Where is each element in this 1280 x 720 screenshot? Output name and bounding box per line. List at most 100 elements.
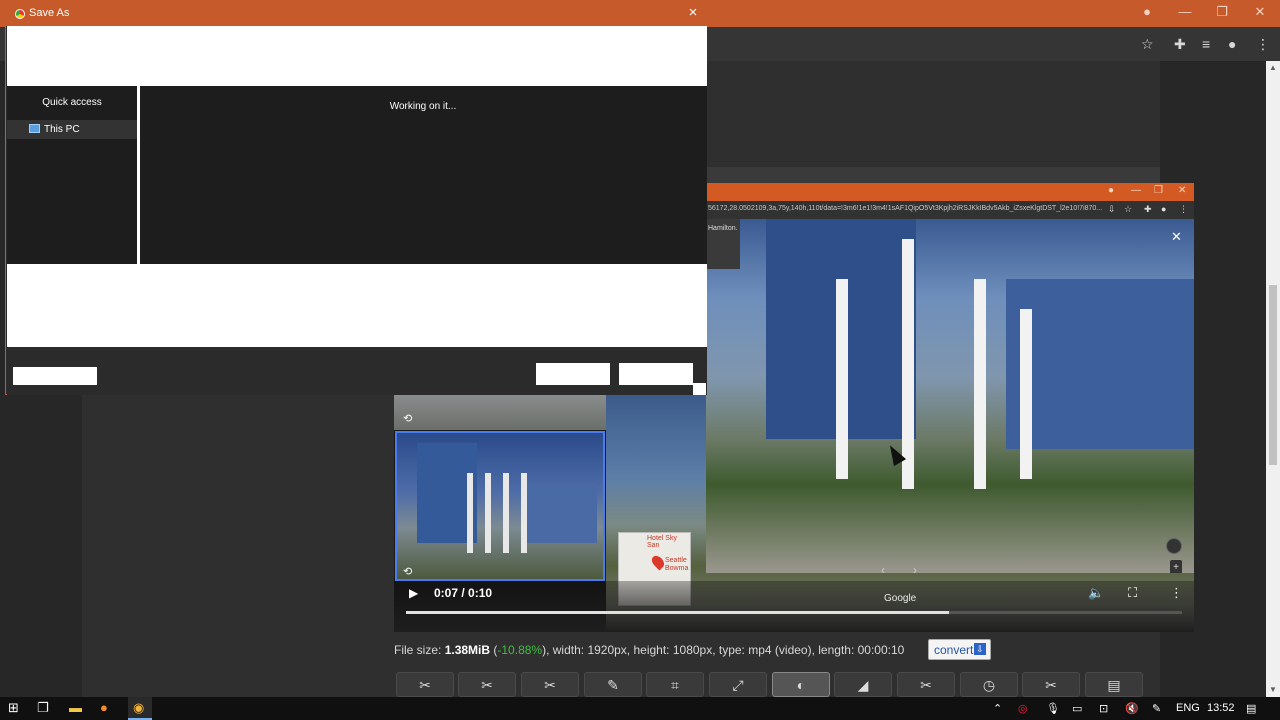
- volume-icon[interactable]: 🔈: [1088, 585, 1104, 601]
- windows-taskbar: ⊞ ❐ ▬ ● ◉ ⌃ ◎ 🎙 ▭ ⊡ 🔇 ✎ ENG 13:52 ▤: [0, 697, 1280, 720]
- tray-overflow-icon[interactable]: ⌃: [993, 702, 1002, 715]
- maximize-icon[interactable]: ❐: [1207, 4, 1237, 20]
- file-info-prefix: File size:: [394, 643, 445, 657]
- google-watermark: Google: [884, 593, 917, 604]
- profile-avatar-icon[interactable]: ●: [1161, 204, 1166, 214]
- firefox-icon[interactable]: ●: [100, 700, 108, 715]
- pan-right-icon[interactable]: ›: [913, 563, 917, 573]
- map-label: Hotel Sky San: [647, 535, 677, 549]
- tray-app-icon[interactable]: ◎: [1018, 702, 1028, 715]
- panorama-close-icon[interactable]: ✕: [1171, 229, 1182, 245]
- resize-grip[interactable]: [693, 383, 706, 395]
- task-view-icon[interactable]: ❐: [37, 700, 49, 716]
- scroll-up-arrow-icon[interactable]: ▲: [1266, 63, 1280, 72]
- pillar-shape: [974, 279, 986, 489]
- video-thumbnail-previous[interactable]: ⟲: [394, 394, 606, 430]
- stopwatch-tool-icon[interactable]: ◷: [960, 672, 1018, 697]
- clock-time[interactable]: 13:52: [1207, 702, 1235, 714]
- record-dot-icon: ●: [1108, 185, 1115, 196]
- clapperboard-tool-icon[interactable]: ✂: [458, 672, 516, 697]
- convert-label: convert: [934, 643, 974, 657]
- save-as-dialog: Save As × Quick access This PC Working o…: [5, 0, 707, 395]
- menu-kebab-icon[interactable]: ⋮: [1179, 204, 1188, 215]
- chrome-app-icon: [15, 9, 25, 19]
- file-explorer-icon[interactable]: ▬: [69, 700, 82, 715]
- network-icon[interactable]: ⊡: [1099, 702, 1108, 715]
- cancel-button[interactable]: [619, 363, 693, 385]
- pillar-shape: [503, 473, 509, 553]
- bookmark-star-icon[interactable]: ☆: [1124, 204, 1132, 215]
- pillar-shape: [902, 239, 914, 489]
- rotate-icon: ⟲: [403, 566, 413, 578]
- tool-strip: ✂ ✂ ✂ ✎ ⌗ ⤢ ◐ ◢ ✂ ◷ ✂ ▤: [394, 668, 1146, 697]
- dialog-sidebar: Quick access This PC: [7, 86, 137, 264]
- language-indicator[interactable]: ENG: [1176, 702, 1200, 714]
- map-pin-icon: [649, 553, 667, 571]
- street-view-address-bar[interactable]: 56172,28.0502109,3a,75y,140h,110t/data=!…: [706, 201, 1194, 219]
- microphone-icon[interactable]: 🎙: [1046, 702, 1060, 715]
- page-divider: [706, 167, 1160, 183]
- play-icon[interactable]: ▶: [409, 586, 418, 600]
- sidebar-item-this-pc[interactable]: This PC: [7, 120, 137, 139]
- extensions-puzzle-icon[interactable]: ✚: [1144, 204, 1152, 215]
- hide-folders-button[interactable]: [13, 367, 97, 385]
- dialog-titlebar: Save As ×: [6, 1, 706, 26]
- pillar-shape: [521, 473, 527, 553]
- volume-muted-icon[interactable]: 🔇: [1125, 702, 1139, 715]
- profile-dropdown-icon[interactable]: ●: [1132, 4, 1162, 19]
- cut-tool-icon[interactable]: ✂: [897, 672, 955, 697]
- close-icon[interactable]: ✕: [1245, 4, 1275, 20]
- clapperboard-tool-icon[interactable]: ✂: [396, 672, 454, 697]
- crop-tool-icon[interactable]: ⌗: [646, 672, 704, 697]
- zoom-control[interactable]: +−: [1170, 560, 1182, 573]
- video-time: 0:07 / 0:10: [434, 586, 493, 600]
- resize-tool-icon[interactable]: ⤢: [709, 672, 767, 697]
- computer-icon: [29, 124, 40, 133]
- minimize-icon[interactable]: —: [1131, 185, 1141, 196]
- clapperboard-tool-icon[interactable]: ✂: [1022, 672, 1080, 697]
- menu-kebab-icon[interactable]: ⋮: [1256, 36, 1270, 53]
- extensions-puzzle-icon[interactable]: ✚: [1174, 36, 1186, 53]
- battery-icon[interactable]: ▭: [1072, 702, 1082, 715]
- minimize-icon[interactable]: —: [1170, 4, 1200, 19]
- file-size: 1.38MiB: [444, 643, 491, 657]
- profile-avatar-icon[interactable]: ●: [1228, 36, 1236, 52]
- url-text[interactable]: 56172,28.0502109,3a,75y,140h,110t/data=!…: [708, 205, 1102, 212]
- sidebar-heading-quick-access[interactable]: Quick access: [7, 97, 137, 108]
- filename-fields-area[interactable]: [7, 264, 707, 347]
- document-tool-icon[interactable]: ▤: [1085, 672, 1143, 697]
- pillar-shape: [1020, 309, 1032, 479]
- more-options-icon[interactable]: ⋮: [1170, 585, 1183, 601]
- install-icon[interactable]: ⇩: [1106, 204, 1116, 215]
- brush-tool-icon[interactable]: ✎: [584, 672, 642, 697]
- scrollbar-thumb[interactable]: [1269, 285, 1277, 465]
- chrome-icon: ◉: [133, 700, 145, 715]
- dialog-title: Save As: [29, 7, 70, 19]
- chrome-taskbar-active[interactable]: ◉: [128, 697, 152, 720]
- pen-icon[interactable]: ✎: [1152, 702, 1161, 715]
- maximize-icon[interactable]: ❐: [1154, 185, 1163, 196]
- pillar-shape: [485, 473, 491, 553]
- clapperboard-tool-icon[interactable]: ✂: [521, 672, 579, 697]
- volume-tool-icon[interactable]: ◢: [834, 672, 892, 697]
- reading-list-icon[interactable]: ≡: [1202, 36, 1210, 52]
- save-button[interactable]: [536, 363, 610, 385]
- close-icon[interactable]: ✕: [1178, 185, 1186, 196]
- building-shape: [527, 483, 597, 543]
- fullscreen-icon[interactable]: ⛶: [1128, 585, 1137, 601]
- pan-left-icon[interactable]: ‹: [881, 563, 885, 573]
- video-progress-bar[interactable]: [406, 611, 1182, 614]
- street-view-panorama[interactable]: [706, 219, 1194, 573]
- bookmark-star-icon[interactable]: ☆: [1141, 36, 1154, 53]
- video-progress-fill: [406, 611, 950, 614]
- file-list-pane[interactable]: Working on it...: [140, 86, 707, 264]
- scroll-down-arrow-icon[interactable]: ▼: [1266, 685, 1280, 694]
- windows-start-icon[interactable]: ⊞: [8, 700, 19, 716]
- compass-icon[interactable]: [1166, 538, 1182, 554]
- convert-button[interactable]: convert ⇩: [928, 639, 991, 660]
- notifications-icon[interactable]: ▤: [1246, 702, 1256, 715]
- close-icon[interactable]: ×: [683, 4, 703, 22]
- page-scrollbar[interactable]: ▲ ▼: [1266, 61, 1280, 697]
- speed-tool-icon[interactable]: ◐: [772, 672, 830, 697]
- video-thumbnail-selected[interactable]: ⟲: [395, 431, 605, 581]
